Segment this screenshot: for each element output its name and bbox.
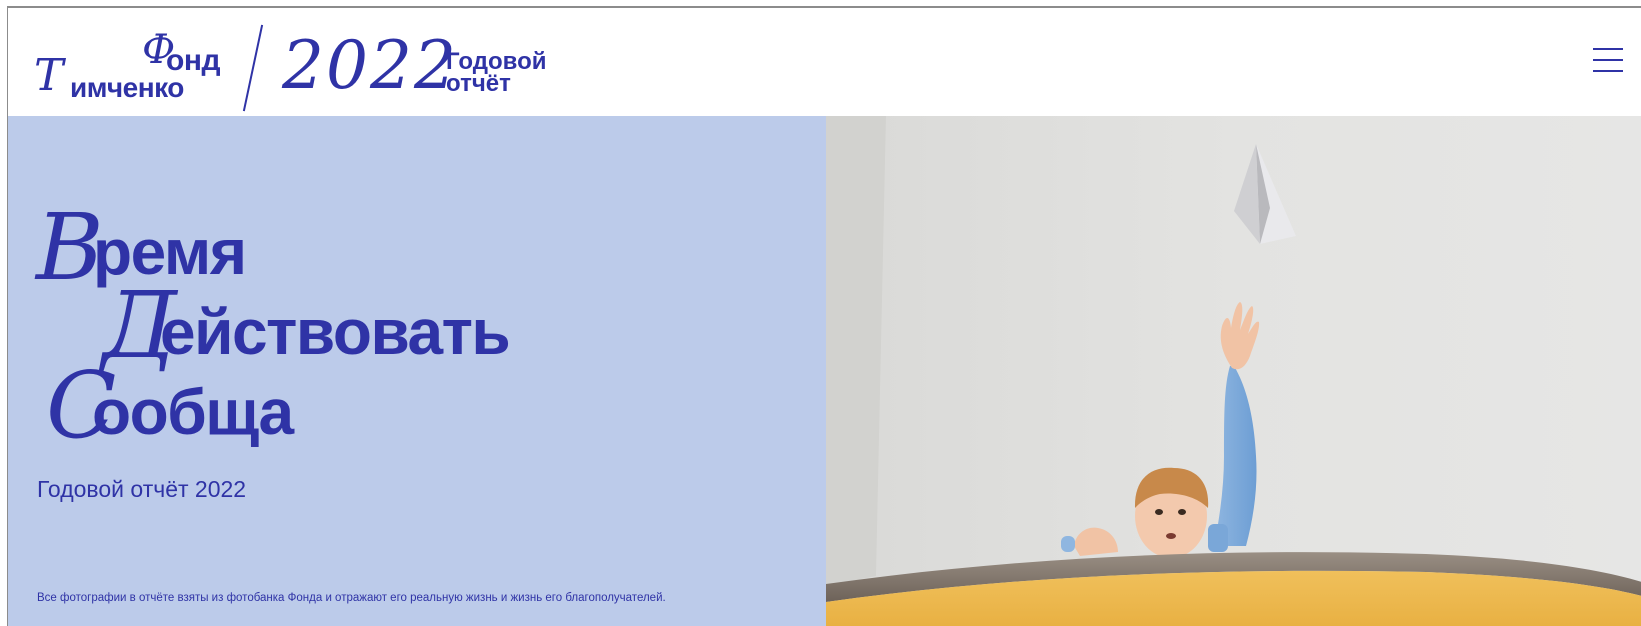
headline-word-3: ообща <box>92 376 294 448</box>
fund-logo[interactable]: Ф онд Т имченко 2022 Годовой отчёт <box>34 16 554 112</box>
hamburger-line <box>1593 48 1623 50</box>
page-frame: Ф онд Т имченко 2022 Годовой отчёт В рем… <box>7 6 1641 626</box>
hamburger-icon[interactable] <box>1593 48 1623 72</box>
logo-tim-initial: Т <box>34 50 64 101</box>
logo-year: 2022 <box>282 27 458 104</box>
site-header: Ф онд Т имченко 2022 Годовой отчёт <box>8 8 1641 116</box>
hero-headline: В ремя Д ействовать С ообща <box>36 202 776 474</box>
hamburger-line <box>1593 70 1623 72</box>
headline-word-2: ействовать <box>160 296 511 368</box>
logo-tim-rest: имченко <box>70 72 184 103</box>
photo-disclaimer: Все фотографии в отчёте взяты из фотобан… <box>37 592 666 604</box>
logo-report-line2: отчёт <box>446 70 511 97</box>
hero-photo <box>826 116 1641 626</box>
hero-photo-illustration <box>826 116 1641 626</box>
logo-report-title: Годовой отчёт <box>446 50 547 97</box>
logo-divider <box>242 24 264 112</box>
hamburger-line <box>1593 59 1623 61</box>
hero-text-panel: В ремя Д ействовать С ообща Годовой отчё… <box>8 116 826 626</box>
child-head <box>1134 467 1209 558</box>
wall-shadow <box>826 116 886 586</box>
hero-subtitle: Годовой отчёт 2022 <box>37 476 247 502</box>
